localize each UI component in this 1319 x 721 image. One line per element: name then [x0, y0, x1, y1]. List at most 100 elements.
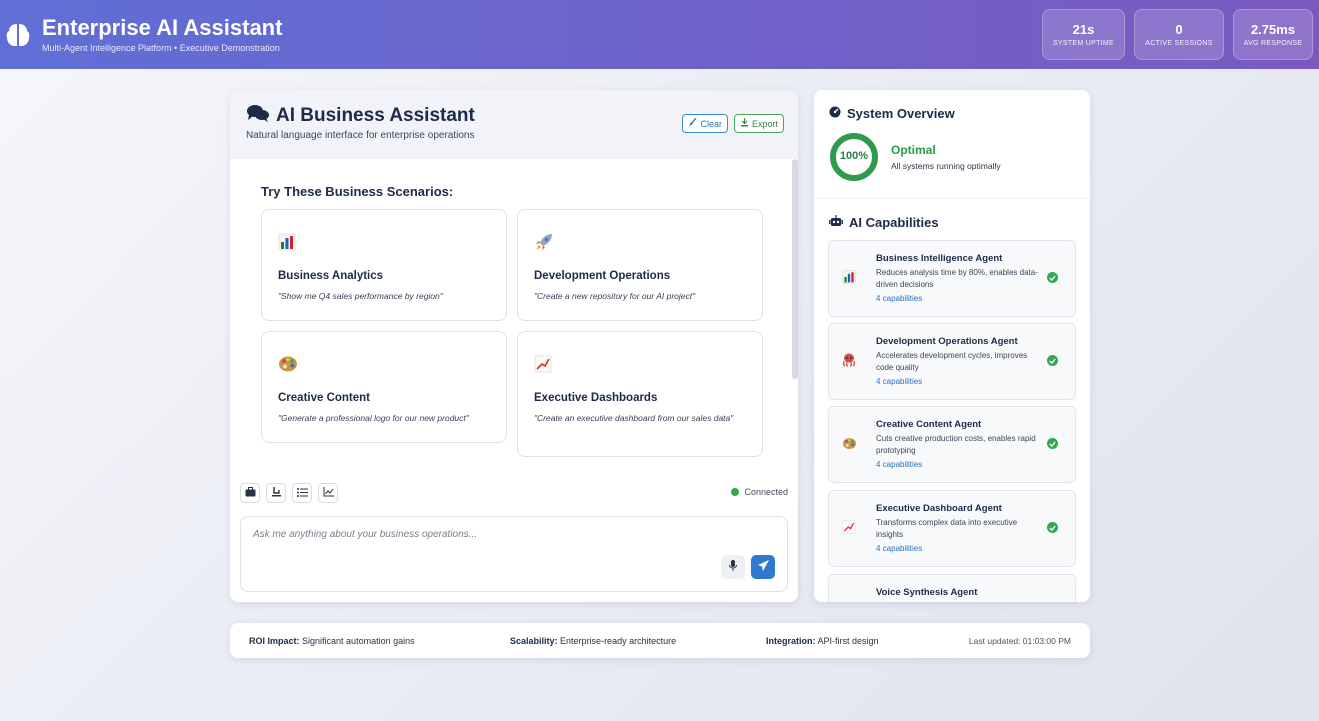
broom-icon [688, 117, 697, 129]
scenario-title: Creative Content [278, 392, 371, 404]
download-icon [740, 118, 749, 129]
agent-card-business-intelligence[interactable]: Business Intelligence Agent Reduces anal… [828, 240, 1076, 317]
agent-name: Executive Dashboard Agent [876, 503, 1002, 514]
stat-label: ACTIVE SESSIONS [1145, 40, 1213, 47]
paper-plane-icon [757, 558, 769, 576]
chat-input-box [240, 516, 788, 592]
clear-label: Clear [700, 118, 722, 129]
footer-roi: ROI Impact: Significant automation gains [249, 636, 415, 646]
health-gauge: 100% [829, 132, 879, 182]
scenarios-title: Try These Business Scenarios: [261, 184, 454, 199]
dashboard-icon [829, 106, 841, 121]
check-circle-icon [1047, 272, 1058, 283]
palette-icon [841, 435, 857, 451]
agent-capabilities-count[interactable]: 4 capabilities [876, 544, 922, 553]
voice-input-button[interactable] [721, 555, 745, 579]
line-chart-icon [323, 484, 334, 502]
agent-name: Creative Content Agent [876, 419, 982, 430]
scenario-title: Business Analytics [278, 270, 384, 282]
side-panel: System Overview 100% Optimal All systems… [814, 90, 1090, 602]
check-circle-icon [1047, 522, 1058, 533]
ai-capabilities-title: AI Capabilities [849, 215, 939, 230]
chat-input[interactable] [253, 529, 693, 540]
agent-name: Business Intelligence Agent [876, 253, 1003, 264]
app-title: Enterprise AI Assistant [42, 15, 283, 40]
scenario-card-creative-content[interactable]: Creative Content "Generate a professiona… [261, 331, 507, 443]
integration-label: Integration: [766, 636, 816, 646]
status-description: All systems running optimally [891, 161, 1001, 171]
integration-value: API-first design [817, 636, 879, 646]
send-button[interactable] [751, 555, 775, 579]
system-overview-title: System Overview [847, 106, 955, 121]
footer-scalability: Scalability: Enterprise-ready architectu… [510, 636, 676, 646]
scenario-title: Development Operations [534, 270, 671, 282]
header-stats: 21s SYSTEM UPTIME 0 ACTIVE SESSIONS 2.75… [1042, 9, 1313, 60]
scalability-value: Enterprise-ready architecture [560, 636, 677, 646]
scenario-query: "Generate a professional logo for our ne… [278, 413, 469, 423]
scenario-query: "Create an executive dashboard from our … [534, 413, 734, 423]
agent-card-voice-synthesis[interactable]: Voice Synthesis Agent [828, 574, 1076, 602]
microphone-icon [729, 558, 737, 576]
trend-chart-icon [534, 350, 746, 378]
export-label: Export [751, 118, 778, 129]
bar-chart-icon [278, 228, 490, 256]
connection-status: Connected [731, 487, 788, 497]
bar-chart-icon [841, 269, 857, 285]
check-circle-icon [1047, 438, 1058, 449]
agent-description: Transforms complex data into executive i… [876, 518, 1018, 539]
scenario-card-executive-dashboards[interactable]: Executive Dashboards "Create an executiv… [517, 331, 763, 457]
line-chart-button[interactable] [318, 483, 338, 503]
agent-description: Accelerates development cycles, improves… [876, 351, 1028, 372]
agent-name: Development Operations Agent [876, 336, 1018, 347]
stat-avg-response: 2.75ms AVG RESPONSE [1233, 9, 1313, 60]
quick-action-toolbar [240, 483, 338, 503]
agent-card-development-operations[interactable]: Development Operations Agent Accelerates… [828, 323, 1076, 400]
agent-capabilities-count[interactable]: 4 capabilities [876, 460, 922, 469]
system-overview-header: System Overview [829, 106, 955, 121]
app-subtitle: Multi-Agent Intelligence Platform • Exec… [42, 43, 280, 53]
footer-integration: Integration: API-first design [766, 636, 879, 646]
divider [814, 198, 1090, 199]
stat-system-uptime: 21s SYSTEM UPTIME [1042, 9, 1125, 60]
trend-chart-icon [841, 519, 857, 535]
agent-card-creative-content[interactable]: Creative Content Agent Cuts creative pro… [828, 406, 1076, 483]
rocket-icon [534, 228, 746, 256]
scalability-label: Scalability: [510, 636, 558, 646]
octopus-icon [841, 352, 857, 368]
agent-capabilities-count[interactable]: 4 capabilities [876, 377, 922, 386]
list-button[interactable] [292, 483, 312, 503]
chat-panel: AI Business Assistant Natural language i… [230, 90, 798, 602]
stat-active-sessions: 0 ACTIVE SESSIONS [1134, 9, 1224, 60]
scenario-query: "Show me Q4 sales performance by region" [278, 291, 443, 301]
app-header: Enterprise AI Assistant Multi-Agent Inte… [0, 0, 1319, 69]
scenario-title: Executive Dashboards [534, 392, 658, 404]
scrollbar[interactable] [792, 159, 798, 379]
status-title: Optimal [891, 143, 936, 157]
export-button[interactable]: Export [733, 114, 784, 133]
ai-capabilities-header: AI Capabilities [829, 215, 939, 230]
agent-card-executive-dashboard[interactable]: Executive Dashboard Agent Transforms com… [828, 490, 1076, 567]
footer-bar: ROI Impact: Significant automation gains… [230, 623, 1090, 658]
robot-icon [829, 215, 843, 230]
code-branch-button[interactable] [266, 483, 286, 503]
briefcase-icon [245, 484, 256, 502]
roi-label: ROI Impact: [249, 636, 300, 646]
connection-label: Connected [744, 487, 788, 497]
scenario-card-development-operations[interactable]: Development Operations "Create a new rep… [517, 209, 763, 321]
agent-capabilities-count[interactable]: 4 capabilities [876, 294, 922, 303]
list-icon [296, 484, 308, 502]
briefcase-button[interactable] [240, 483, 260, 503]
clear-button[interactable]: Clear [682, 114, 728, 133]
last-updated: Last updated: 01:03:00 PM [968, 636, 1071, 646]
roi-value: Significant automation gains [302, 636, 415, 646]
agent-description: Reduces analysis time by 80%, enables da… [876, 268, 1038, 289]
upload-icon [271, 484, 282, 502]
brain-icon [6, 22, 30, 48]
palette-icon [278, 350, 490, 378]
agent-name: Voice Synthesis Agent [876, 587, 978, 598]
agent-description: Cuts creative production costs, enables … [876, 434, 1036, 455]
check-circle-icon [1047, 355, 1058, 366]
comments-icon [246, 104, 270, 127]
scenario-card-business-analytics[interactable]: Business Analytics "Show me Q4 sales per… [261, 209, 507, 321]
stat-value: 21s [1072, 22, 1095, 37]
